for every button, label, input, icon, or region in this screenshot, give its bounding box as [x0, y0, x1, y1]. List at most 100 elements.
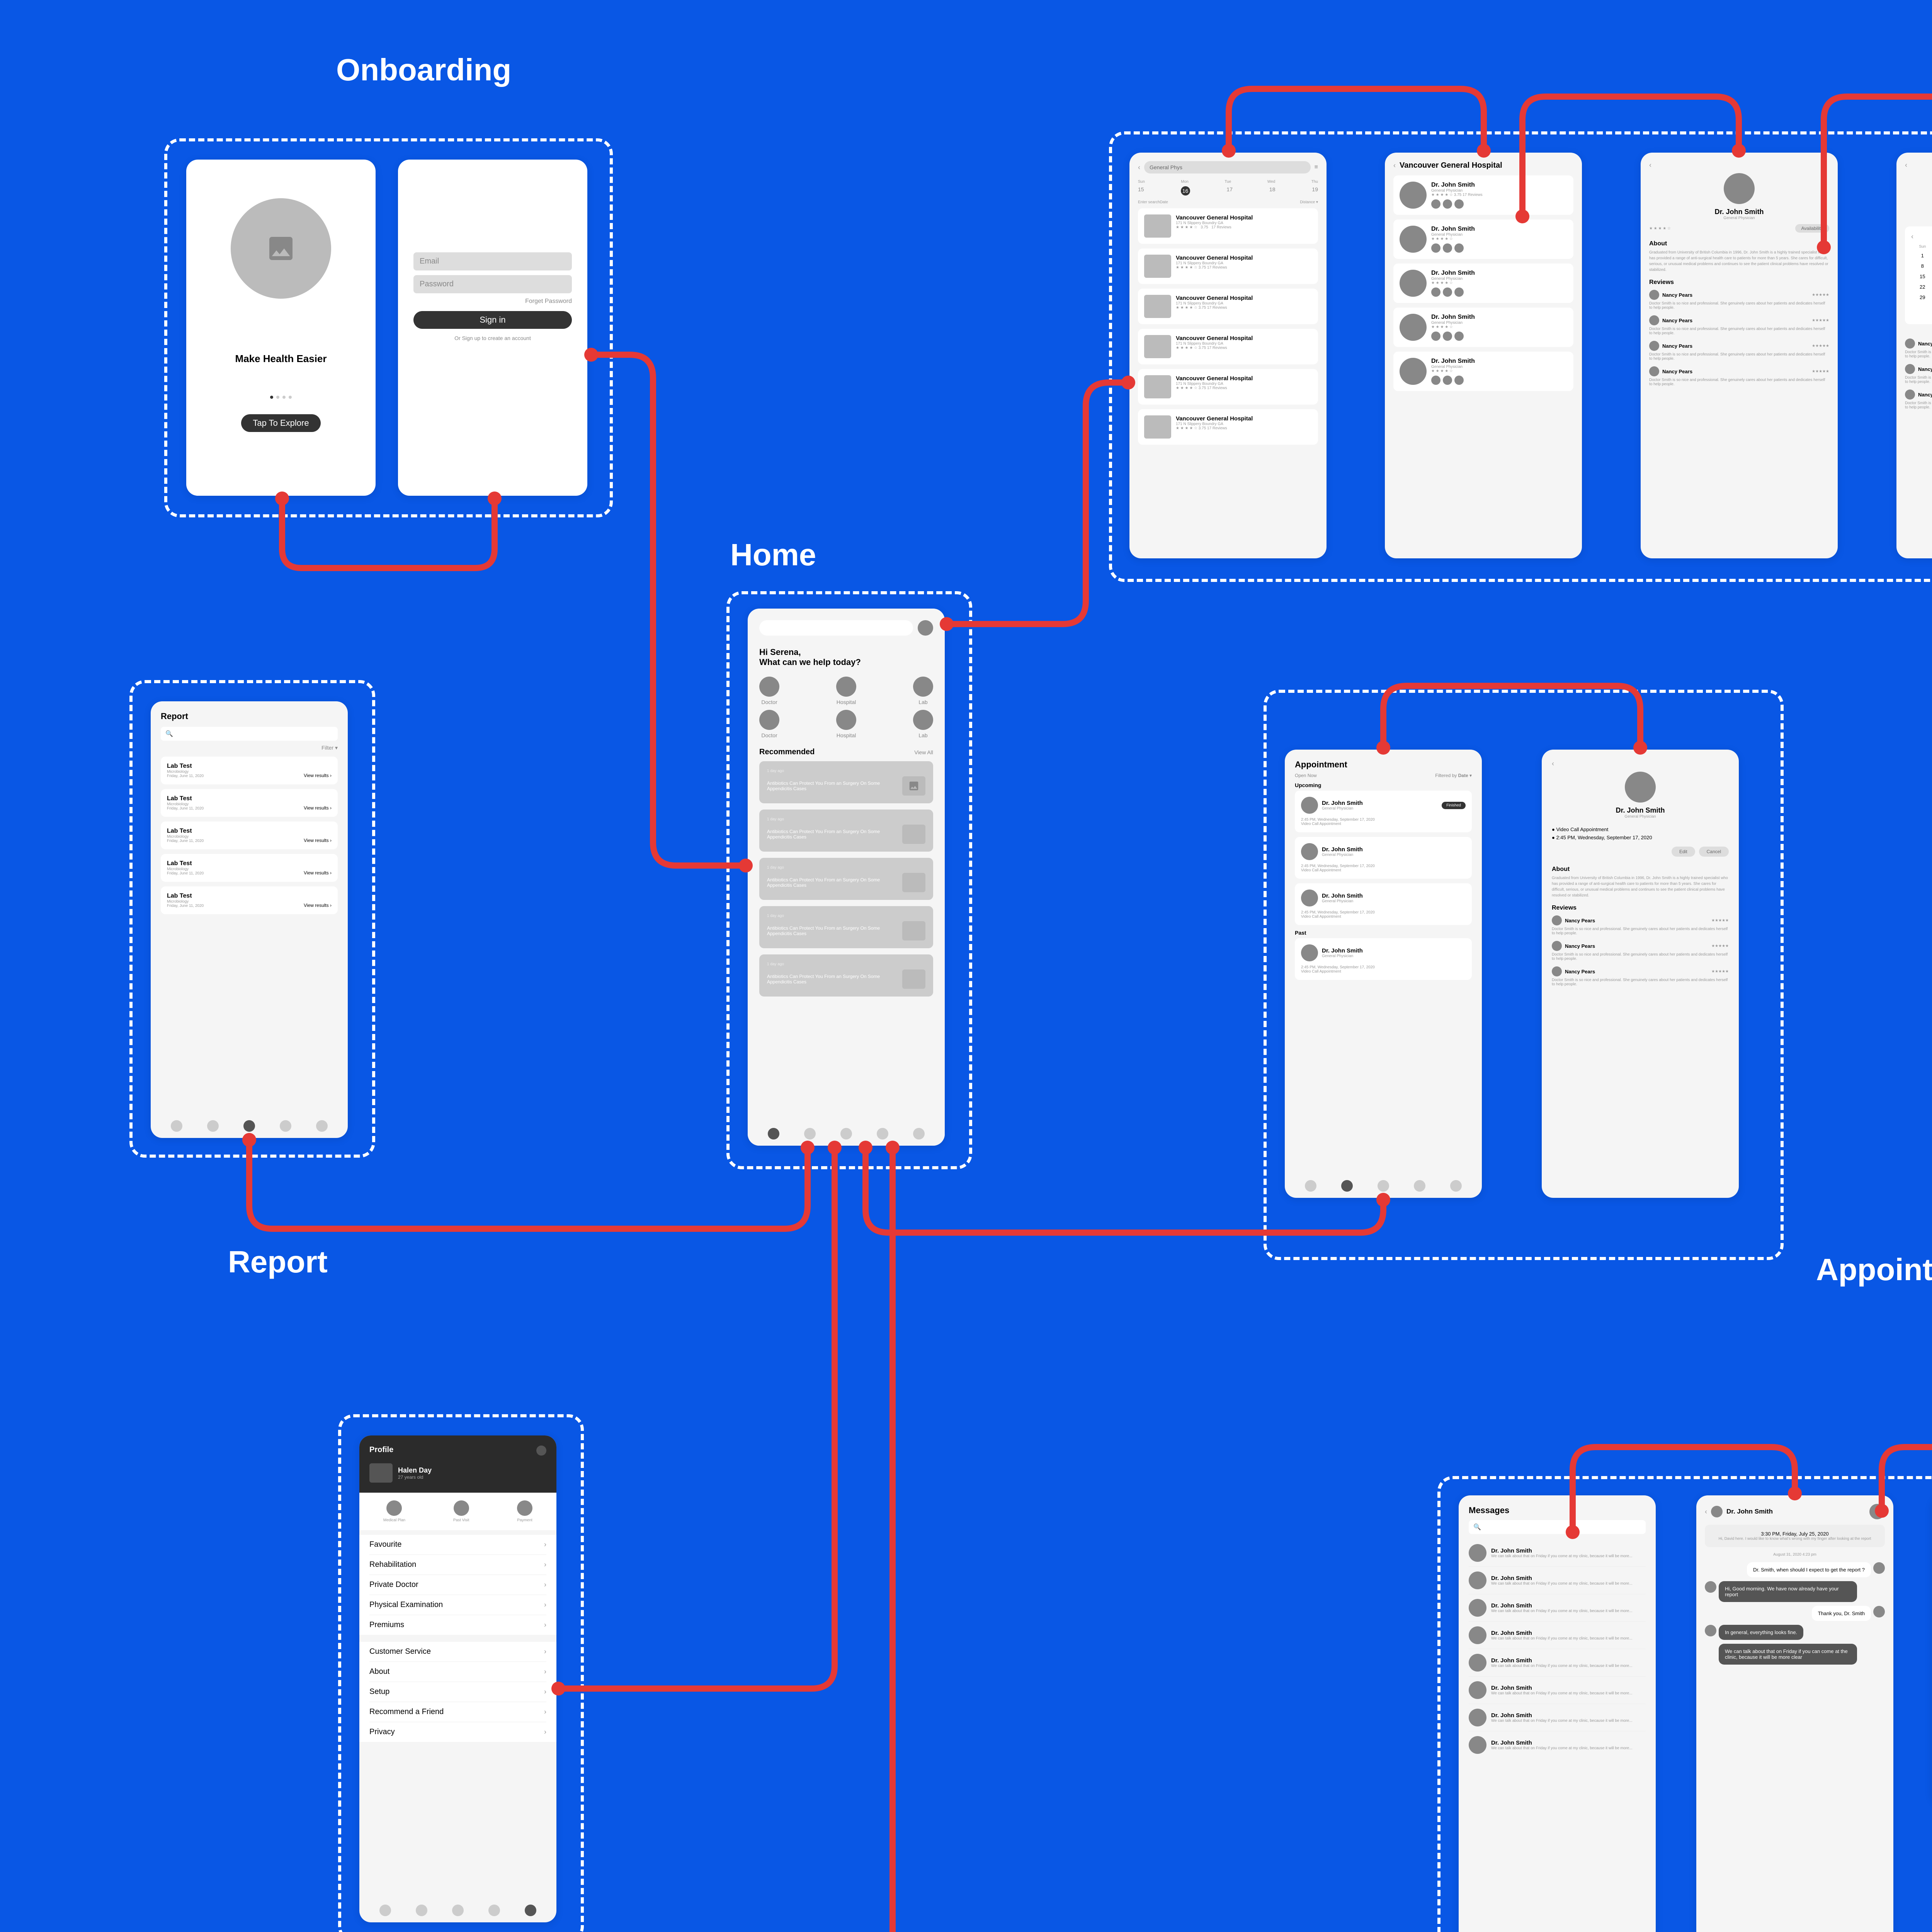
category-hospital[interactable]: Hospital — [836, 677, 856, 705]
message-row[interactable]: Dr. John SmithWe can talk about that on … — [1469, 1622, 1646, 1649]
category-lab[interactable]: Lab — [913, 677, 933, 705]
signin-button[interactable]: Sign in — [413, 311, 572, 329]
message-row[interactable]: Dr. John SmithWe can talk about that on … — [1469, 1594, 1646, 1622]
view-results-link[interactable]: View results › — [304, 870, 332, 876]
calendar-day[interactable]: 22 — [1911, 282, 1932, 291]
back-icon[interactable]: ‹ — [1649, 161, 1651, 169]
email-field[interactable]: Email — [413, 252, 572, 270]
list-item[interactable]: Rehabilitation› — [369, 1555, 546, 1575]
recommendation-card[interactable]: 1 day ago Antibiotics Can Protect You Fr… — [759, 761, 933, 803]
list-item[interactable]: Setup› — [369, 1682, 546, 1702]
doctor-card[interactable]: Dr. John SmithGeneral Physician★ ★ ★ ★ ☆ — [1393, 308, 1573, 347]
filter-dropdown[interactable]: Filter ▾ — [161, 745, 338, 751]
nav-icon[interactable] — [1378, 1180, 1389, 1192]
availability-button[interactable]: Availability — [1795, 224, 1829, 233]
appointment-card[interactable]: Dr. John SmithGeneral Physician2:45 PM, … — [1295, 938, 1472, 980]
message-row[interactable]: Dr. John SmithWe can talk about that on … — [1469, 1704, 1646, 1731]
nav-appointment-icon[interactable] — [804, 1128, 816, 1139]
tap-explore-button[interactable]: Tap To Explore — [241, 414, 320, 432]
appointment-card[interactable]: Dr. John SmithGeneral Physician2:45 PM, … — [1295, 837, 1472, 879]
view-results-link[interactable]: View results › — [304, 838, 332, 843]
calendar-day[interactable]: 8 — [1911, 262, 1932, 270]
forget-password-link[interactable]: Forget Password — [413, 298, 572, 305]
avatar[interactable] — [918, 620, 933, 636]
message-row[interactable]: Dr. John SmithWe can talk about that on … — [1469, 1567, 1646, 1594]
doctor-card[interactable]: Dr. John SmithGeneral Physician★ ★ ★ ★ ☆ — [1393, 219, 1573, 259]
back-icon[interactable]: ‹ — [1138, 163, 1140, 172]
view-all-link[interactable]: View All — [914, 749, 933, 755]
nav-icon[interactable] — [416, 1905, 427, 1916]
nav-icon[interactable] — [1305, 1180, 1316, 1192]
calendar-day[interactable]: 29 — [1911, 293, 1932, 302]
search-input[interactable]: 🔍 — [1469, 1520, 1646, 1534]
search-input[interactable]: 🔍 — [161, 727, 338, 741]
view-results-link[interactable]: View results › — [304, 903, 332, 908]
calendar-grid[interactable]: 1234567891011121314151617181920212223242… — [1911, 251, 1932, 302]
signup-link[interactable]: Or Sign up to create an account — [413, 335, 572, 341]
view-results-link[interactable]: View results › — [304, 805, 332, 811]
edit-button[interactable]: Edit — [1672, 847, 1695, 857]
nav-report-icon[interactable] — [877, 1128, 888, 1139]
hospital-card[interactable]: Vancouver General Hospital 171 N Slipper… — [1138, 208, 1318, 244]
nav-icon[interactable] — [1341, 1180, 1353, 1192]
recommendation-card[interactable]: 1 day ago Antibiotics Can Protect You Fr… — [759, 906, 933, 948]
list-item[interactable]: Physical Examination› — [369, 1595, 546, 1615]
message-row[interactable]: Dr. John SmithWe can talk about that on … — [1469, 1731, 1646, 1759]
nav-message-icon[interactable] — [840, 1128, 852, 1139]
search-input[interactable] — [759, 620, 913, 636]
view-results-link[interactable]: View results › — [304, 773, 332, 778]
message-row[interactable]: Dr. John SmithWe can talk about that on … — [1469, 1677, 1646, 1704]
back-icon[interactable]: ‹ — [1393, 162, 1396, 170]
list-item[interactable]: Privacy› — [369, 1722, 546, 1742]
password-field[interactable]: Password — [413, 275, 572, 293]
list-item[interactable]: About› — [369, 1662, 546, 1682]
doctor-card[interactable]: Dr. John Smith General Physician ★ ★ ★ ★… — [1393, 175, 1573, 215]
category-lab2[interactable]: Lab — [913, 710, 933, 738]
hospital-card[interactable]: Vancouver General Hospital171 N Slippery… — [1138, 409, 1318, 445]
category-doctor2[interactable]: Doctor — [759, 710, 779, 738]
back-icon[interactable]: ‹ — [1705, 1508, 1707, 1516]
nav-icon[interactable] — [243, 1120, 255, 1132]
nav-icon[interactable] — [1414, 1180, 1425, 1192]
prev-month-icon[interactable]: ‹ — [1911, 233, 1913, 241]
search-input[interactable]: General Phys — [1144, 161, 1311, 173]
category-hospital2[interactable]: Hospital — [836, 710, 856, 738]
calendar-day[interactable]: 1 — [1911, 251, 1932, 260]
tab-payment[interactable]: Payment — [517, 1500, 532, 1522]
back-icon[interactable]: ‹ — [1905, 161, 1907, 169]
recommendation-card[interactable]: 1 day ago Antibiotics Can Protect You Fr… — [759, 858, 933, 900]
list-item[interactable]: Customer Service› — [369, 1642, 546, 1662]
doctor-card[interactable]: Dr. John SmithGeneral Physician★ ★ ★ ★ ☆ — [1393, 352, 1573, 391]
nav-icon[interactable] — [379, 1905, 391, 1916]
appointment-card[interactable]: Dr. John SmithGeneral Physician Finished… — [1295, 791, 1472, 832]
nav-icon[interactable] — [280, 1120, 291, 1132]
doctor-card[interactable]: Dr. John SmithGeneral Physician★ ★ ★ ★ ☆ — [1393, 264, 1573, 303]
list-item[interactable]: Recommend a Friend› — [369, 1702, 546, 1722]
tab-past-visit[interactable]: Past Visit — [453, 1500, 469, 1522]
recommendation-card[interactable]: 1 day ago Antibiotics Can Protect You Fr… — [759, 810, 933, 852]
nav-profile-icon[interactable] — [913, 1128, 925, 1139]
cancel-button[interactable]: Cancel — [1699, 847, 1729, 857]
nav-icon[interactable] — [1450, 1180, 1462, 1192]
back-icon[interactable]: ‹ — [1552, 760, 1554, 767]
list-item[interactable]: Favourite› — [369, 1535, 546, 1555]
hospital-card[interactable]: Vancouver General Hospital171 N Slippery… — [1138, 289, 1318, 324]
nav-icon[interactable] — [207, 1120, 219, 1132]
category-doctor[interactable]: Doctor — [759, 677, 779, 705]
nav-home-icon[interactable] — [768, 1128, 779, 1139]
date-picker-row[interactable]: 15 16 171819 — [1138, 186, 1318, 196]
calendar-day[interactable]: 15 — [1911, 272, 1932, 281]
nav-icon[interactable] — [316, 1120, 328, 1132]
message-row[interactable]: Dr. John SmithWe can talk about that on … — [1469, 1649, 1646, 1677]
hospital-card[interactable]: Vancouver General Hospital171 N Slippery… — [1138, 248, 1318, 284]
nav-icon[interactable] — [171, 1120, 182, 1132]
hospital-card[interactable]: Vancouver General Hospital171 N Slippery… — [1138, 329, 1318, 364]
appointment-card[interactable]: Dr. John SmithGeneral Physician2:45 PM, … — [1295, 883, 1472, 925]
nav-icon[interactable] — [525, 1905, 536, 1916]
tab-medical-plan[interactable]: Medical Plan — [383, 1500, 405, 1522]
hospital-card[interactable]: Vancouver General Hospital171 N Slippery… — [1138, 369, 1318, 405]
settings-icon[interactable] — [536, 1446, 546, 1456]
recommendation-card[interactable]: 1 day ago Antibiotics Can Protect You Fr… — [759, 954, 933, 997]
message-row[interactable]: Dr. John SmithWe can talk about that on … — [1469, 1539, 1646, 1567]
call-icon[interactable] — [1869, 1504, 1885, 1519]
